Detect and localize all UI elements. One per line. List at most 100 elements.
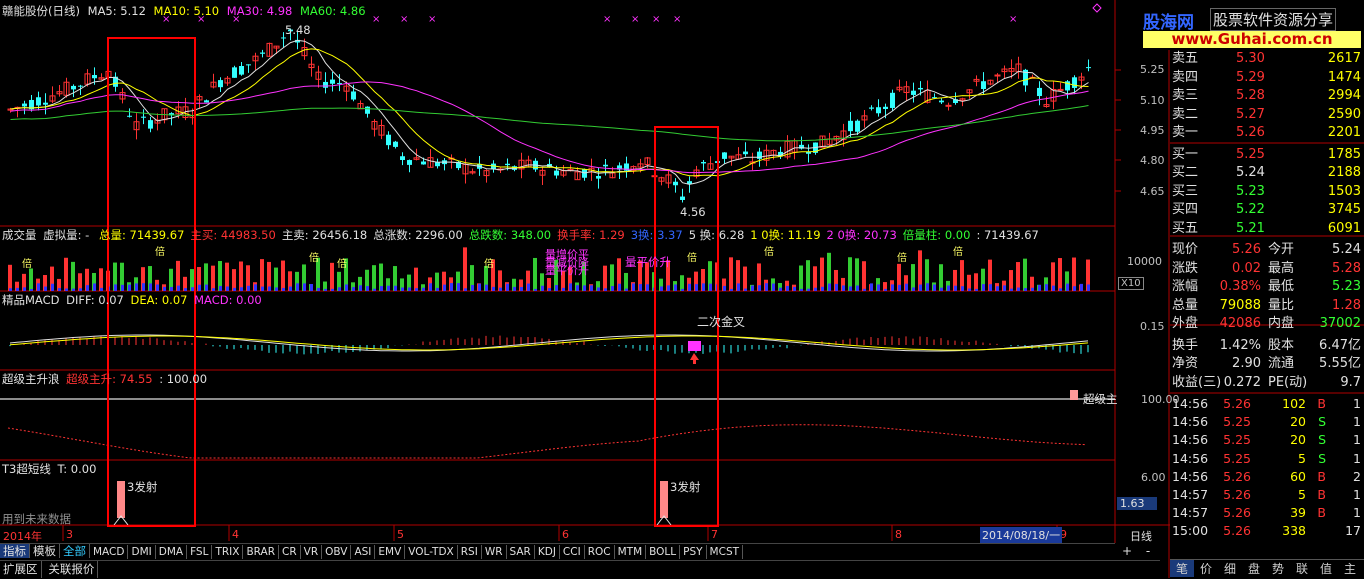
indicator-tab[interactable]: MTM bbox=[615, 545, 647, 559]
ma10-line bbox=[10, 48, 1089, 177]
candle-body bbox=[351, 91, 356, 100]
zoom-in-button[interactable]: + bbox=[1122, 544, 1132, 558]
volume-bar bbox=[1045, 284, 1048, 291]
candle-body bbox=[92, 75, 97, 79]
candle-body bbox=[603, 164, 608, 167]
indicator-tab[interactable]: VR bbox=[301, 545, 323, 559]
indicator-tab[interactable]: WR bbox=[482, 545, 507, 559]
tick-side: S bbox=[1318, 450, 1326, 466]
stat-label: 内盘 bbox=[1268, 316, 1295, 331]
volume-bar bbox=[625, 288, 628, 291]
volume-bar bbox=[29, 268, 33, 291]
candle-body bbox=[386, 134, 391, 146]
volume-stat: 主买: 44983.50 bbox=[190, 228, 276, 242]
candle-body bbox=[1086, 67, 1091, 69]
indicator-tab[interactable]: TRIX bbox=[212, 545, 244, 559]
stat-value: 0.02 bbox=[1232, 260, 1261, 276]
indicator-tab[interactable]: MACD bbox=[90, 545, 129, 559]
indicator-tab[interactable]: DMI bbox=[128, 545, 156, 559]
stat-row: 净资 2.90 流通 5.55亿 bbox=[1170, 355, 1364, 373]
stat-label: 净资 bbox=[1172, 356, 1199, 371]
candle-body bbox=[407, 160, 412, 165]
volume-bar bbox=[989, 284, 992, 291]
candle-body bbox=[204, 100, 209, 103]
volume-bar bbox=[163, 286, 166, 291]
extension-area-tab[interactable]: 扩展区 bbox=[0, 561, 42, 578]
candle-body bbox=[127, 115, 132, 117]
volume-bar bbox=[520, 287, 523, 291]
quote-tab[interactable]: 笔 bbox=[1170, 560, 1194, 577]
candle-body bbox=[1072, 77, 1077, 88]
indicator-tab[interactable]: ASI bbox=[351, 545, 376, 559]
volume-bar bbox=[646, 284, 649, 291]
volume-bar bbox=[527, 283, 530, 291]
indicator-tab[interactable]: VOL-TDX bbox=[405, 545, 458, 559]
volume-bar bbox=[30, 288, 33, 291]
volume-bar bbox=[499, 287, 502, 291]
volume-bar bbox=[16, 287, 19, 291]
indicator-tab[interactable]: 指标 bbox=[0, 544, 30, 558]
volume-bar bbox=[1017, 287, 1020, 291]
indicator-tab[interactable]: CCI bbox=[560, 545, 585, 559]
zoom-out-button[interactable]: - bbox=[1146, 544, 1150, 558]
volume-bar bbox=[114, 284, 117, 291]
volume-bar bbox=[848, 257, 852, 291]
quote-tab[interactable]: 势 bbox=[1266, 560, 1290, 577]
stat-row: 涨跌 0.02 最高 5.28 bbox=[1170, 260, 1364, 278]
t3-value: T: 0.00 bbox=[57, 462, 97, 476]
quote-tab[interactable]: 细 bbox=[1218, 560, 1242, 577]
volume-stat: 倍量柱: 0.00 bbox=[902, 228, 971, 242]
ma5-label: MA5: 5.12 bbox=[87, 4, 146, 18]
volume-bar bbox=[1003, 285, 1006, 291]
volume-bar bbox=[604, 288, 607, 291]
indicator-tab[interactable]: SAR bbox=[507, 545, 535, 559]
indicator-tab[interactable]: CR bbox=[279, 545, 301, 559]
indicator-tab[interactable]: EMV bbox=[375, 545, 406, 559]
tick-volume: 60 bbox=[1290, 468, 1306, 484]
volume-bar bbox=[478, 283, 481, 291]
order-book-buy-row: 买四 5.22 3745 bbox=[1170, 201, 1364, 219]
indicator-tab[interactable]: 全部 bbox=[60, 544, 90, 558]
indicator-tab[interactable]: KDJ bbox=[535, 545, 560, 559]
stat-value: 1.42% bbox=[1219, 337, 1261, 353]
order-price: 5.22 bbox=[1236, 202, 1265, 217]
indicator-tab[interactable]: BRAR bbox=[243, 545, 279, 559]
quote-tab[interactable]: 联 bbox=[1290, 560, 1314, 577]
order-label: 买二 bbox=[1172, 165, 1199, 180]
volume-bar bbox=[961, 286, 964, 291]
volume-unit: X10 bbox=[1118, 277, 1144, 290]
indicator-tab[interactable]: BOLL bbox=[646, 545, 681, 559]
quote-tab[interactable]: 盘 bbox=[1242, 560, 1266, 577]
indicator-tab[interactable]: FSL bbox=[187, 545, 213, 559]
order-label: 买四 bbox=[1172, 202, 1199, 217]
bei-label: 倍 bbox=[687, 251, 697, 264]
volume-bar bbox=[974, 273, 978, 291]
stat-label: 涨跌 bbox=[1172, 260, 1199, 276]
quote-tab[interactable]: 价 bbox=[1194, 560, 1218, 577]
indicator-tab[interactable]: RSI bbox=[458, 545, 482, 559]
indicator-tab[interactable]: MCST bbox=[707, 545, 744, 559]
indicator-tab[interactable]: OBV bbox=[322, 545, 352, 559]
candle-body bbox=[701, 162, 706, 164]
price-axis-label: 4.80 bbox=[1140, 154, 1165, 167]
volume-bar bbox=[1066, 283, 1069, 291]
high-price-mark: 5.48 bbox=[285, 23, 311, 37]
period-label[interactable]: 日线 bbox=[1130, 528, 1152, 544]
volume-bar bbox=[597, 287, 600, 291]
volume-bar bbox=[569, 283, 572, 291]
volume-bar bbox=[177, 285, 180, 291]
tick-volume: 39 bbox=[1290, 505, 1306, 521]
volume-bar bbox=[310, 284, 313, 291]
related-quotes-tab[interactable]: 关联报价 bbox=[45, 561, 99, 578]
volume-bar bbox=[99, 268, 103, 291]
time-axis-month: 6 bbox=[562, 528, 569, 541]
indicator-tab[interactable]: DMA bbox=[156, 545, 188, 559]
volume-bar bbox=[898, 284, 901, 291]
indicator-tab[interactable]: PSY bbox=[680, 545, 707, 559]
volume-bar bbox=[261, 286, 264, 291]
quote-tab[interactable]: 主 bbox=[1338, 560, 1362, 577]
volume-bar bbox=[281, 260, 285, 291]
indicator-tab[interactable]: ROC bbox=[585, 545, 615, 559]
quote-tab[interactable]: 值 bbox=[1314, 560, 1338, 577]
indicator-tab[interactable]: 模板 bbox=[30, 544, 60, 558]
